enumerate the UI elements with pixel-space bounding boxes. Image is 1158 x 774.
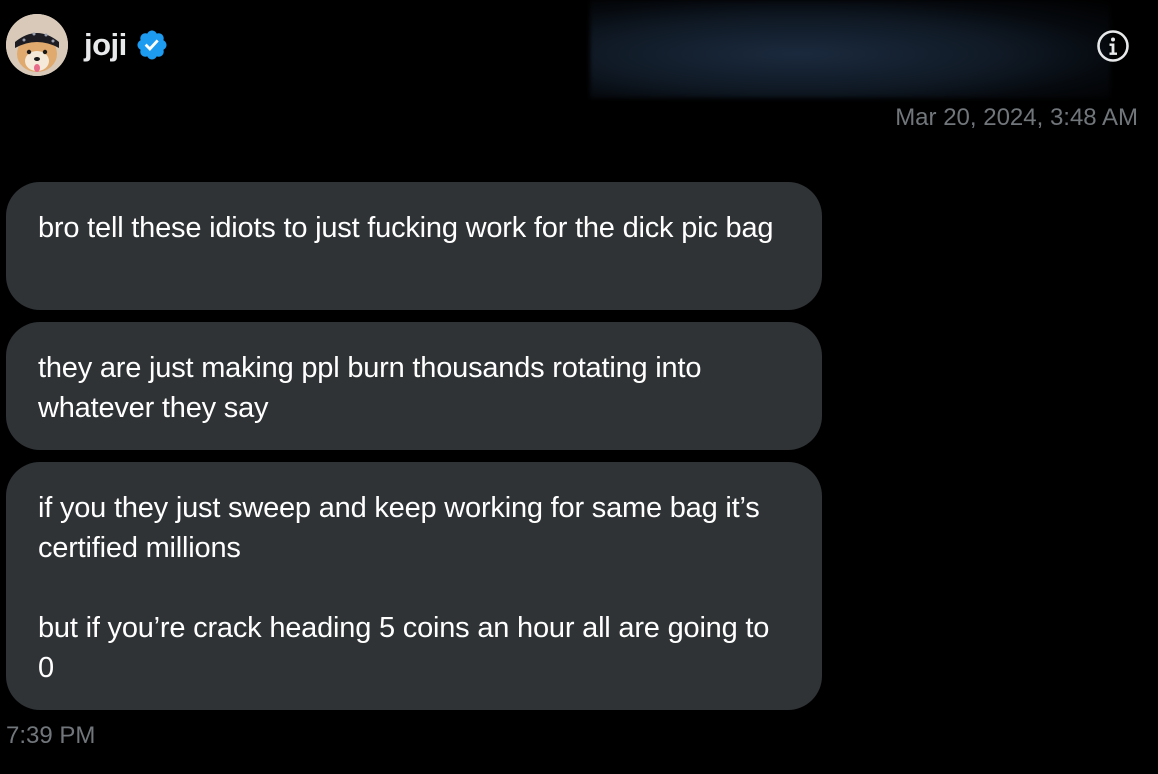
message-bubble[interactable]: if you they just sweep and keep working …	[6, 462, 822, 710]
message-bubble[interactable]: they are just making ppl burn thousands …	[6, 322, 822, 450]
redacted-area	[590, 0, 1110, 98]
conversation-header: joji	[0, 0, 1158, 98]
shiba-dog-avatar-icon	[6, 14, 68, 76]
contact-name: joji	[84, 27, 127, 62]
verified-badge-icon	[135, 28, 169, 62]
message-bubble[interactable]: bro tell these idiots to just fucking wo…	[6, 182, 822, 310]
message-text: they are just making ppl burn thousands …	[38, 352, 702, 424]
conversation-date: Mar 20, 2024, 3:48 AM	[895, 104, 1138, 131]
message-text: bro tell these idiots to just fucking wo…	[38, 212, 774, 244]
message-text: if you they just sweep and keep working …	[38, 492, 760, 564]
info-icon[interactable]	[1096, 29, 1130, 63]
message-time: 7:39 PM	[6, 722, 96, 749]
message-text: but if you’re crack heading 5 coins an h…	[38, 612, 770, 684]
contact-name-row[interactable]: joji	[84, 25, 169, 65]
avatar[interactable]	[6, 14, 68, 76]
